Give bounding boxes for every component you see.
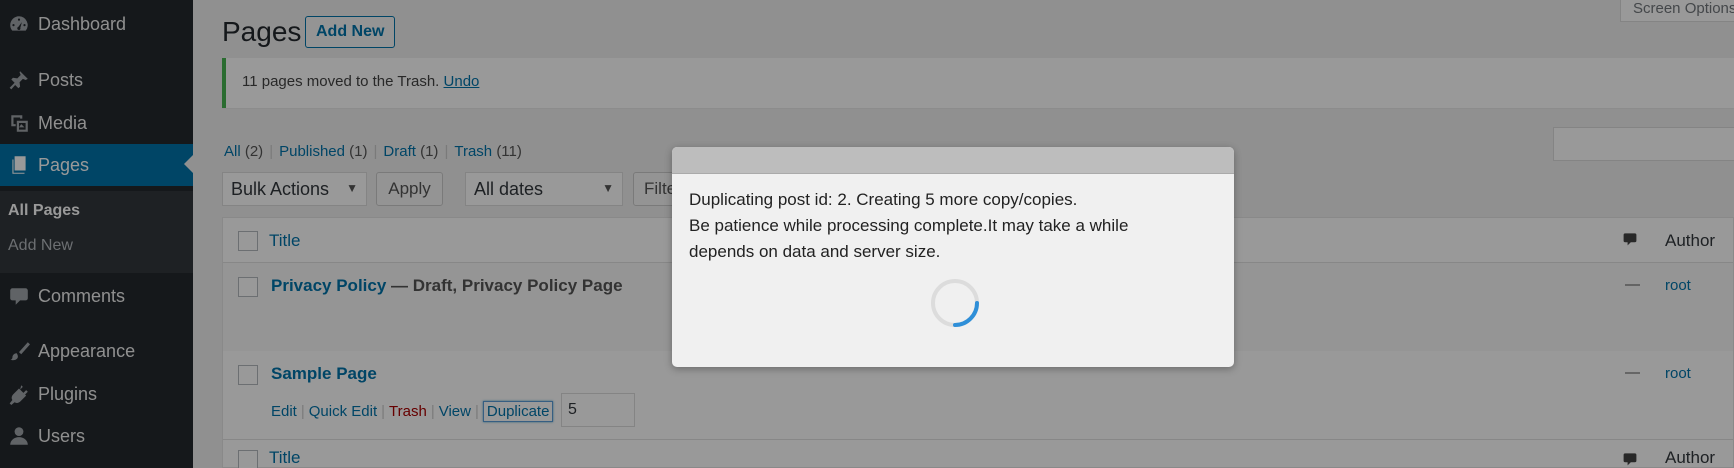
dialog-message: Duplicating post id: 2. Creating 5 more …	[689, 187, 1219, 265]
dialog-titlebar	[672, 147, 1234, 174]
duplicate-progress-dialog: Duplicating post id: 2. Creating 5 more …	[672, 147, 1234, 367]
dialog-line-1: Duplicating post id: 2. Creating 5 more …	[689, 190, 1078, 209]
loading-spinner-icon	[931, 279, 979, 327]
dialog-line-2: Be patience while processing complete.It…	[689, 216, 1129, 235]
dialog-line-3: depends on data and server size.	[689, 242, 941, 261]
